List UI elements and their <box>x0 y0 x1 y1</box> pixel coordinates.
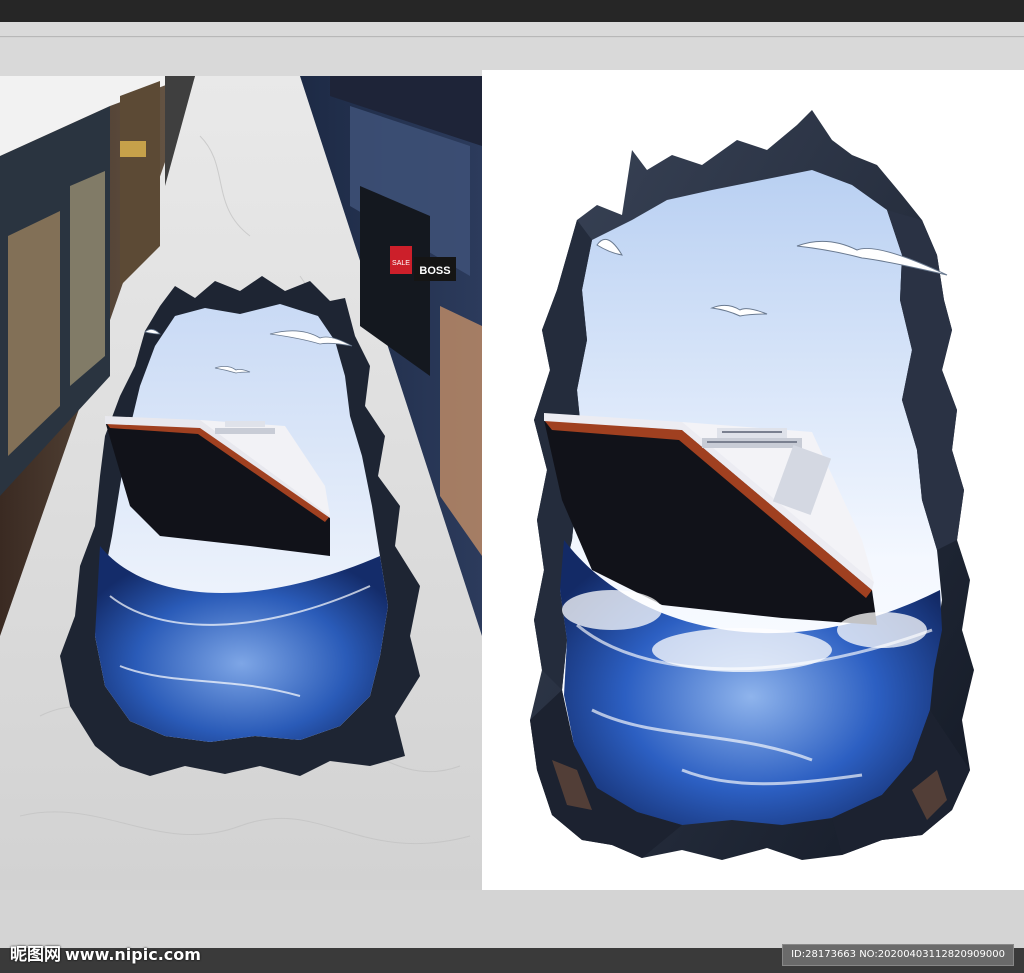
image-id-tag: ID:28173663 NO:20200403112820909000 <box>782 944 1014 966</box>
sale-sign-text: SALE <box>392 260 410 267</box>
mall-floor-preview: SALE BOSS <box>0 76 482 890</box>
logo-url: www.nipic.com <box>65 945 201 964</box>
artwork-design-preview <box>482 70 1024 890</box>
toolbar-strip <box>0 22 1024 37</box>
site-logo: 昵图网 www.nipic.com <box>10 940 201 965</box>
mall-floor-scene: SALE BOSS <box>0 76 482 890</box>
boss-sign-text: BOSS <box>419 265 450 277</box>
window-title-bar <box>0 0 1024 22</box>
broken-floor-ship-artwork <box>530 110 974 860</box>
logo-text: 昵图网 <box>10 945 61 965</box>
